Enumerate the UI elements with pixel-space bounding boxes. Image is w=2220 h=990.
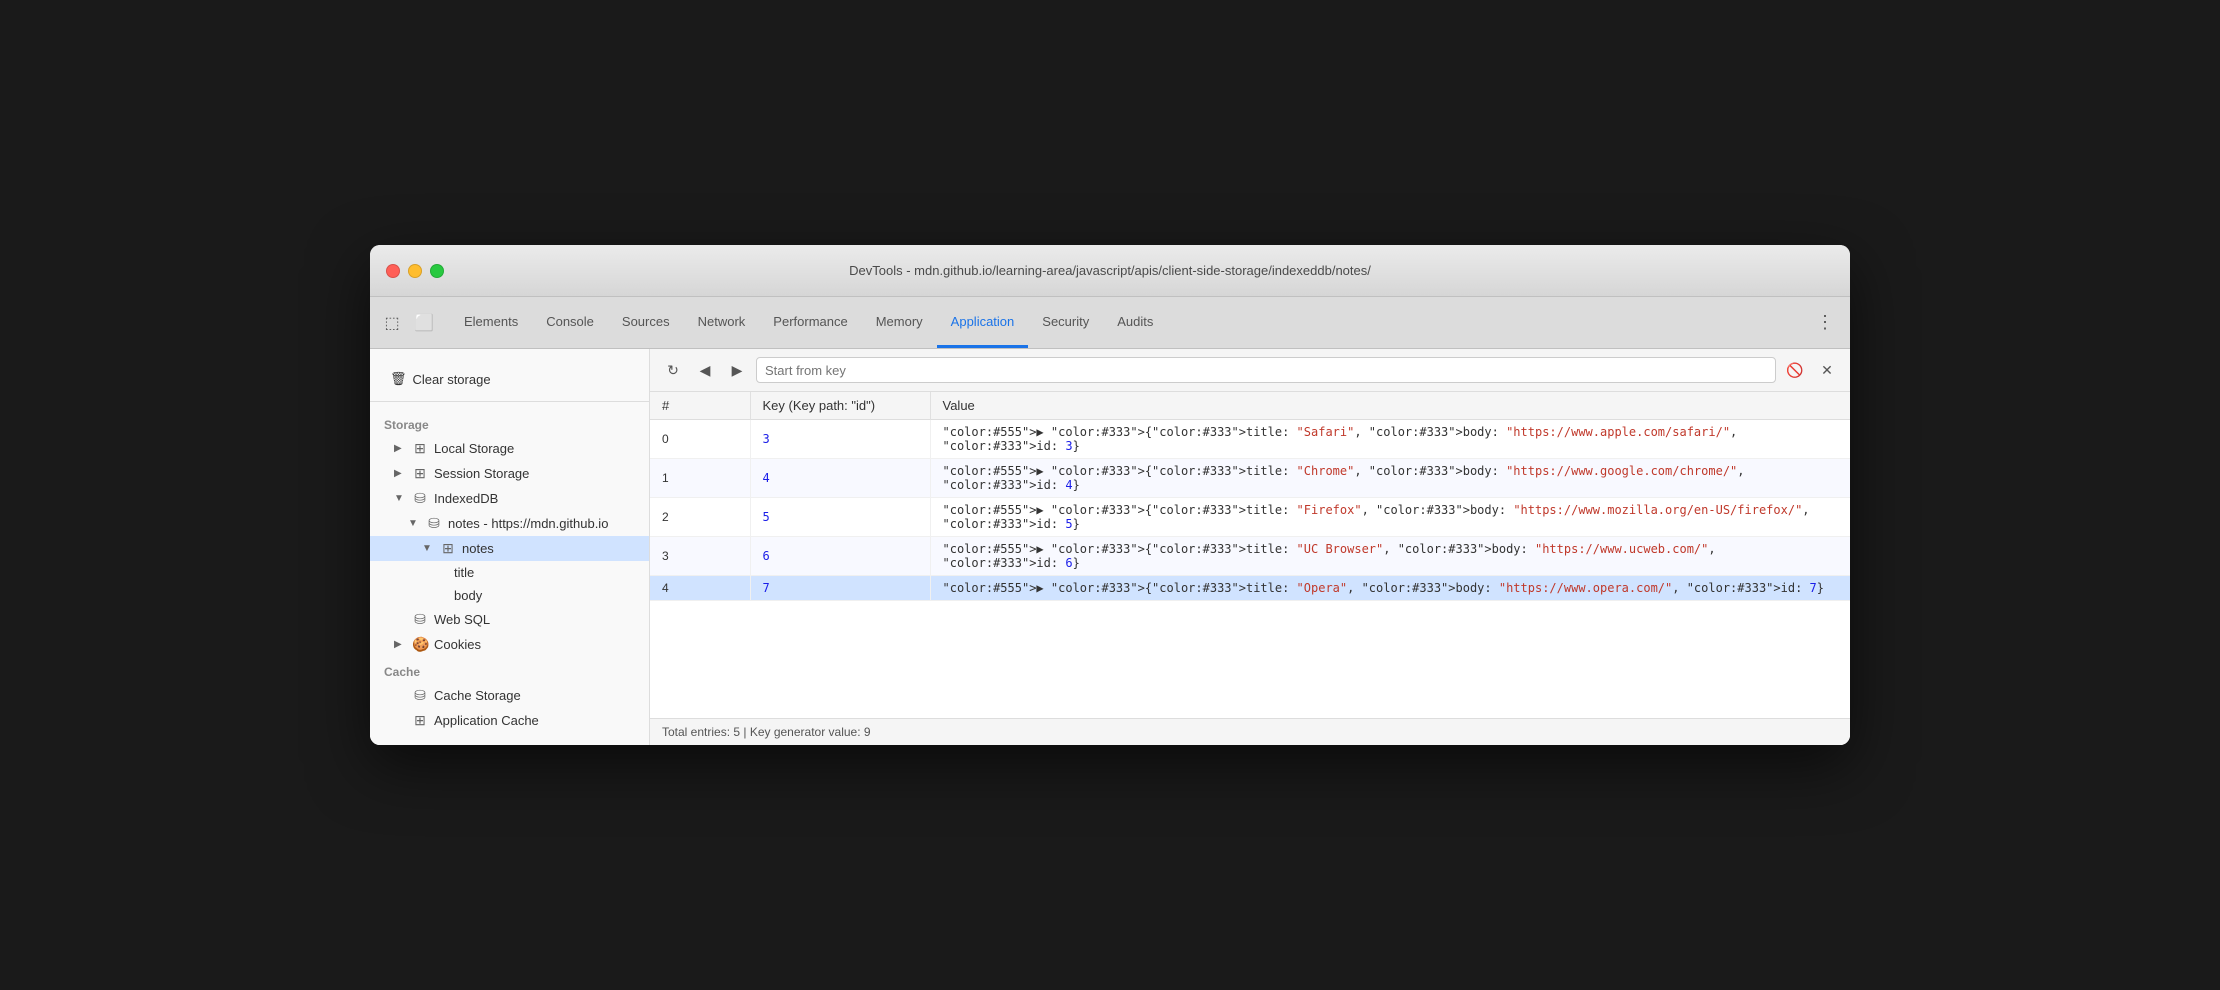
cylinder-icon: ⛁ xyxy=(426,515,442,532)
devtools-window: DevTools - mdn.github.io/learning-area/j… xyxy=(370,245,1850,745)
start-from-key-input[interactable] xyxy=(756,357,1776,383)
status-bar: Total entries: 5 | Key generator value: … xyxy=(650,718,1850,745)
cell-key: 4 xyxy=(750,459,930,498)
table-row[interactable]: 1 4 "color:#555">▶ "color:#333">{"color:… xyxy=(650,459,1850,498)
sidebar-item-title-field[interactable]: title xyxy=(370,561,649,584)
arrow-down-icon: ▼ xyxy=(394,493,406,504)
sidebar-item-notes-db[interactable]: ▼ ⛁ notes - https://mdn.github.io xyxy=(370,511,649,536)
cookie-icon: 🍪 xyxy=(412,636,428,653)
table-body: 0 3 "color:#555">▶ "color:#333">{"color:… xyxy=(650,420,1850,601)
grid-icon: ⊞ xyxy=(412,440,428,457)
cell-num: 0 xyxy=(650,420,750,459)
trash-icon: 🗑 xyxy=(390,371,407,387)
status-text: Total entries: 5 | Key generator value: … xyxy=(662,725,871,739)
table-row[interactable]: 2 5 "color:#555">▶ "color:#333">{"color:… xyxy=(650,498,1850,537)
cursor-tool-button[interactable]: ⬚ xyxy=(378,309,406,337)
grid-icon: ⊞ xyxy=(412,465,428,482)
table-row[interactable]: 0 3 "color:#555">▶ "color:#333">{"color:… xyxy=(650,420,1850,459)
window-title: DevTools - mdn.github.io/learning-area/j… xyxy=(849,263,1371,278)
cell-value: "color:#555">▶ "color:#333">{"color:#333… xyxy=(930,459,1850,498)
cell-value: "color:#555">▶ "color:#333">{"color:#333… xyxy=(930,576,1850,601)
tab-memory[interactable]: Memory xyxy=(862,297,937,348)
cell-num: 1 xyxy=(650,459,750,498)
grid-icon: ⊞ xyxy=(412,712,428,729)
clear-storage-button[interactable]: 🗑 Clear storage xyxy=(382,367,499,391)
more-tabs-button[interactable]: ⋮ xyxy=(1808,297,1842,348)
cylinder-icon: ⛁ xyxy=(412,490,428,507)
tab-sources[interactable]: Sources xyxy=(608,297,684,348)
sidebar-item-app-cache[interactable]: ⊞ Application Cache xyxy=(370,708,649,733)
block-button[interactable]: 🚫 xyxy=(1782,357,1808,383)
maximize-button[interactable] xyxy=(430,264,444,278)
refresh-button[interactable]: ↻ xyxy=(660,357,686,383)
col-header-key: Key (Key path: "id") xyxy=(750,392,930,420)
data-panel: ↻ ◀ ▶ 🚫 ✕ # Key (Key path: xyxy=(650,349,1850,745)
minimize-button[interactable] xyxy=(408,264,422,278)
data-toolbar: ↻ ◀ ▶ 🚫 ✕ xyxy=(650,349,1850,392)
sidebar-item-indexeddb[interactable]: ▼ ⛁ IndexedDB xyxy=(370,486,649,511)
main-content: 🗑 Clear storage Storage ▶ ⊞ Local Storag… xyxy=(370,349,1850,745)
cell-key: 6 xyxy=(750,537,930,576)
tab-application[interactable]: Application xyxy=(937,297,1029,348)
tab-elements[interactable]: Elements xyxy=(450,297,532,348)
sidebar-item-cache-storage[interactable]: ⛁ Cache Storage xyxy=(370,683,649,708)
tab-console[interactable]: Console xyxy=(532,297,608,348)
cell-num: 3 xyxy=(650,537,750,576)
table-row[interactable]: 3 6 "color:#555">▶ "color:#333">{"color:… xyxy=(650,537,1850,576)
col-header-value: Value xyxy=(930,392,1850,420)
next-button[interactable]: ▶ xyxy=(724,357,750,383)
arrow-icon: ▶ xyxy=(394,468,406,479)
storage-section-label: Storage xyxy=(370,410,649,436)
tab-network[interactable]: Network xyxy=(684,297,760,348)
titlebar: DevTools - mdn.github.io/learning-area/j… xyxy=(370,245,1850,297)
grid-icon: ⊞ xyxy=(440,540,456,557)
tab-audits[interactable]: Audits xyxy=(1103,297,1167,348)
cache-section-label: Cache xyxy=(370,657,649,683)
arrow-icon: ▶ xyxy=(394,443,406,454)
sidebar-item-cookies[interactable]: ▶ 🍪 Cookies xyxy=(370,632,649,657)
close-button[interactable] xyxy=(386,264,400,278)
cell-key: 3 xyxy=(750,420,930,459)
table-header-row: # Key (Key path: "id") Value xyxy=(650,392,1850,420)
cell-value: "color:#555">▶ "color:#333">{"color:#333… xyxy=(930,420,1850,459)
tab-actions: ⬚ ⬜ xyxy=(378,297,438,348)
tab-security[interactable]: Security xyxy=(1028,297,1103,348)
sidebar-item-session-storage[interactable]: ▶ ⊞ Session Storage xyxy=(370,461,649,486)
cylinder-icon: ⛁ xyxy=(412,611,428,628)
arrow-down-icon: ▼ xyxy=(408,518,420,529)
sidebar-item-websql[interactable]: ⛁ Web SQL xyxy=(370,607,649,632)
cell-num: 2 xyxy=(650,498,750,537)
cell-value: "color:#555">▶ "color:#333">{"color:#333… xyxy=(930,498,1850,537)
sidebar-item-local-storage[interactable]: ▶ ⊞ Local Storage xyxy=(370,436,649,461)
data-table-container: # Key (Key path: "id") Value 0 3 "c xyxy=(650,392,1850,718)
table-row[interactable]: 4 7 "color:#555">▶ "color:#333">{"color:… xyxy=(650,576,1850,601)
sidebar-item-body-field[interactable]: body xyxy=(370,584,649,607)
sidebar-item-notes-store[interactable]: ▼ ⊞ notes xyxy=(370,536,649,561)
sidebar-toolbar: 🗑 Clear storage xyxy=(370,361,649,402)
tab-performance[interactable]: Performance xyxy=(759,297,861,348)
traffic-lights xyxy=(386,264,444,278)
close-button[interactable]: ✕ xyxy=(1814,357,1840,383)
data-table: # Key (Key path: "id") Value 0 3 "c xyxy=(650,392,1850,601)
arrow-icon: ▶ xyxy=(394,639,406,650)
prev-button[interactable]: ◀ xyxy=(692,357,718,383)
sidebar: 🗑 Clear storage Storage ▶ ⊞ Local Storag… xyxy=(370,349,650,745)
cell-num: 4 xyxy=(650,576,750,601)
col-header-num: # xyxy=(650,392,750,420)
cell-value: "color:#555">▶ "color:#333">{"color:#333… xyxy=(930,537,1850,576)
inspect-button[interactable]: ⬜ xyxy=(410,309,438,337)
arrow-down-icon: ▼ xyxy=(422,543,434,554)
cell-key: 5 xyxy=(750,498,930,537)
tabs-bar: ⬚ ⬜ Elements Console Sources Network Per… xyxy=(370,297,1850,349)
cylinder-icon: ⛁ xyxy=(412,687,428,704)
cell-key: 7 xyxy=(750,576,930,601)
